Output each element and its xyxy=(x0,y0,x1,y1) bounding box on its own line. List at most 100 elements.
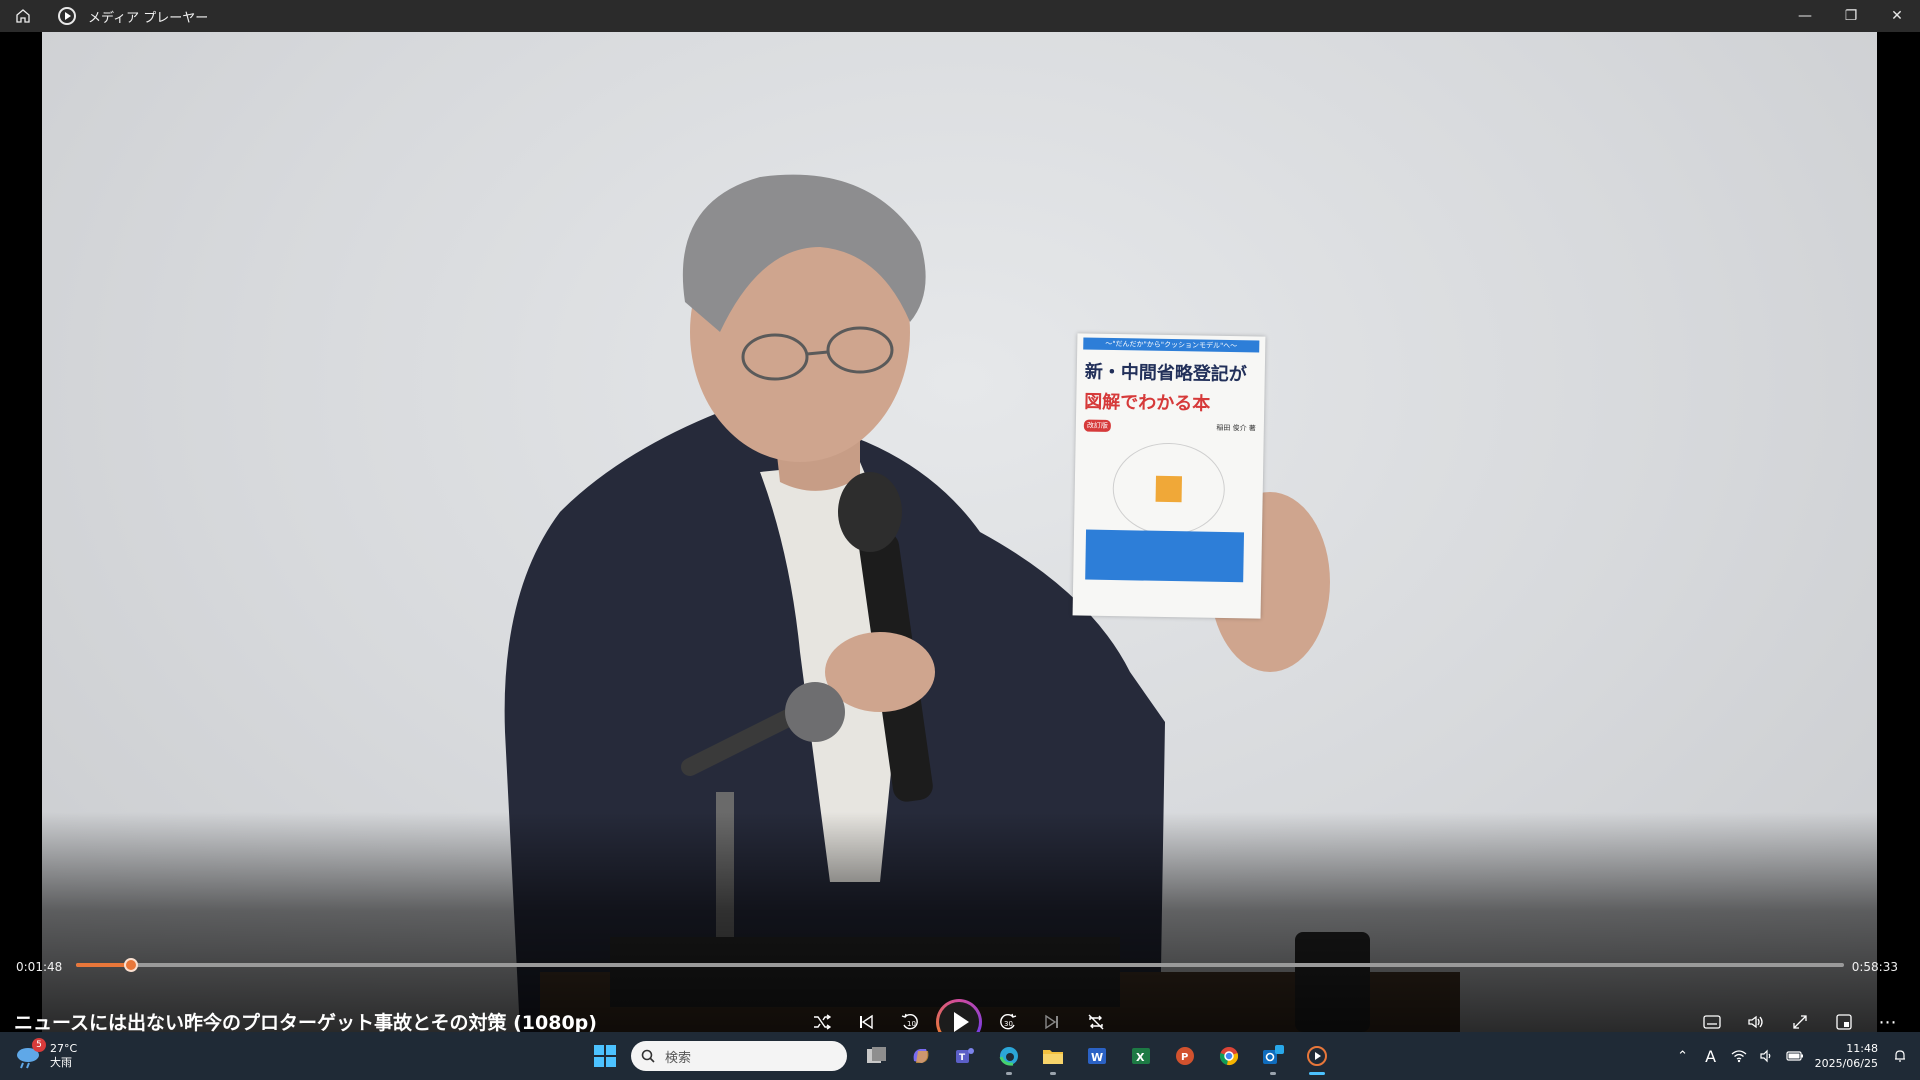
captions-icon xyxy=(1703,1015,1721,1029)
book-diagram xyxy=(1111,442,1226,536)
media-player-app[interactable] xyxy=(1295,1036,1339,1076)
task-view-button[interactable] xyxy=(855,1036,899,1076)
svg-text:T: T xyxy=(959,1053,966,1063)
running-indicator xyxy=(1270,1072,1276,1075)
current-time: 0:01:48 xyxy=(16,960,63,974)
book-edition-badge: 改訂版 xyxy=(1083,419,1111,432)
active-indicator xyxy=(1309,1072,1325,1075)
book-blue-panel xyxy=(1085,529,1245,583)
taskbar: 5 27°C 大雨 検索 T W X P ⌃ A 11:48 2025/06/2… xyxy=(0,1032,1920,1080)
wifi-icon xyxy=(1731,1050,1747,1063)
search-placeholder: 検索 xyxy=(665,1050,692,1066)
teams-icon: T xyxy=(956,1048,974,1063)
seek-bar[interactable] xyxy=(76,958,1844,972)
play-button[interactable] xyxy=(936,999,982,1032)
home-icon xyxy=(16,9,30,23)
weather-badge: 5 xyxy=(32,1038,46,1052)
outlook-icon xyxy=(1263,1045,1284,1064)
restore-button[interactable]: ❐ xyxy=(1828,0,1874,32)
notifications-button[interactable] xyxy=(1886,1036,1914,1076)
copilot-icon xyxy=(913,1049,929,1063)
home-button[interactable] xyxy=(0,0,46,32)
forward-30-icon: 30 xyxy=(1000,1013,1017,1030)
teams-app[interactable]: T xyxy=(943,1036,987,1076)
chrome-app[interactable] xyxy=(1207,1036,1251,1076)
word-icon: W xyxy=(1088,1048,1106,1064)
book-author: 稲田 俊介 著 xyxy=(1216,423,1256,433)
svg-text:P: P xyxy=(1181,1052,1188,1063)
svg-text:30: 30 xyxy=(1004,1020,1013,1028)
windows-logo-icon xyxy=(594,1045,616,1067)
rewind-10-icon: 10 xyxy=(901,1013,918,1030)
book-tagline: 〜"だんだか"から"クッションモデル"へ〜 xyxy=(1083,337,1260,353)
excel-app[interactable]: X xyxy=(1119,1036,1163,1076)
fullscreen-icon xyxy=(1793,1015,1807,1029)
edge-icon xyxy=(999,1047,1018,1066)
ime-indicator[interactable]: A xyxy=(1697,1036,1725,1076)
start-button[interactable] xyxy=(585,1036,625,1076)
volume-button[interactable] xyxy=(1734,1000,1778,1032)
svg-text:W: W xyxy=(1091,1051,1103,1064)
copilot-app[interactable] xyxy=(899,1036,943,1076)
powerpoint-app[interactable]: P xyxy=(1163,1036,1207,1076)
file-explorer-app[interactable] xyxy=(1031,1036,1075,1076)
more-options-button[interactable]: ⋯ xyxy=(1866,1000,1910,1033)
forward-30-button[interactable]: 30 xyxy=(986,1000,1030,1032)
book-title-line2: 図解でわかる本 xyxy=(1084,391,1211,415)
weather-description: 大雨 xyxy=(50,1056,72,1069)
skip-next-icon xyxy=(1045,1014,1058,1030)
book-cover: 〜"だんだか"から"クッションモデル"へ〜 新・中間省略登記が 図解でわかる本 … xyxy=(1072,333,1266,619)
running-indicator xyxy=(1050,1072,1056,1075)
total-duration: 0:58:33 xyxy=(1851,960,1898,974)
search-icon xyxy=(641,1049,655,1063)
word-app[interactable]: W xyxy=(1075,1036,1119,1076)
folder-icon xyxy=(1043,1050,1063,1064)
weather-temperature: 27°C xyxy=(50,1042,78,1055)
media-player-app-icon xyxy=(58,7,76,25)
previous-button[interactable] xyxy=(844,1000,888,1032)
shuffle-icon xyxy=(814,1014,831,1030)
next-button[interactable] xyxy=(1030,1000,1074,1032)
network-button[interactable] xyxy=(1725,1036,1753,1076)
more-icon: ⋯ xyxy=(1878,1011,1898,1033)
volume-icon xyxy=(1748,1015,1763,1029)
close-icon: ✕ xyxy=(1891,8,1903,24)
speaker-icon xyxy=(1759,1049,1770,1063)
taskbar-search-box[interactable]: 検索 xyxy=(631,1041,847,1071)
edge-app[interactable] xyxy=(987,1036,1031,1076)
battery-icon xyxy=(1785,1051,1803,1061)
window-title: メディア プレーヤー xyxy=(88,10,209,26)
repeat-button[interactable] xyxy=(1074,1000,1118,1032)
minimize-icon: — xyxy=(1798,8,1812,24)
fullscreen-button[interactable] xyxy=(1778,1000,1822,1032)
notification-bell-icon xyxy=(1895,1050,1905,1062)
transport-controls: 10 30 xyxy=(800,994,1118,1032)
system-tray: ⌃ A 11:48 2025/06/25 xyxy=(1669,1036,1920,1076)
rain-cloud-icon: 5 xyxy=(14,1038,46,1070)
video-surface[interactable]: 〜"だんだか"から"クッションモデル"へ〜 新・中間省略登記が 図解でわかる本 … xyxy=(0,32,1920,1032)
weather-widget[interactable]: 5 27°C 大雨 xyxy=(14,1036,154,1076)
seek-progress xyxy=(76,963,131,967)
minimize-button[interactable]: — xyxy=(1782,0,1828,32)
shuffle-button[interactable] xyxy=(800,1000,844,1032)
mini-player-button[interactable] xyxy=(1822,1000,1866,1032)
book-title-line1: 新・中間省略登記が xyxy=(1084,361,1247,386)
mini-player-icon xyxy=(1836,1014,1852,1030)
running-indicator xyxy=(1006,1072,1012,1075)
play-icon xyxy=(939,1002,979,1032)
captions-button[interactable] xyxy=(1690,1000,1734,1032)
battery-button[interactable] xyxy=(1781,1036,1809,1076)
repeat-off-icon xyxy=(1088,1014,1104,1030)
close-button[interactable]: ✕ xyxy=(1874,0,1920,32)
seek-thumb[interactable] xyxy=(124,958,138,972)
powerpoint-icon: P xyxy=(1176,1047,1194,1065)
excel-icon: X xyxy=(1132,1048,1150,1064)
volume-tray-button[interactable] xyxy=(1753,1036,1781,1076)
show-hidden-icons-button[interactable]: ⌃ xyxy=(1669,1036,1697,1076)
svg-text:10: 10 xyxy=(907,1020,916,1028)
clock[interactable]: 11:48 2025/06/25 xyxy=(1815,1041,1878,1071)
title-bar: メディア プレーヤー — ❐ ✕ xyxy=(0,0,1920,32)
rewind-10-button[interactable]: 10 xyxy=(888,1000,932,1032)
chrome-icon xyxy=(1219,1047,1239,1066)
outlook-app[interactable] xyxy=(1251,1036,1295,1076)
